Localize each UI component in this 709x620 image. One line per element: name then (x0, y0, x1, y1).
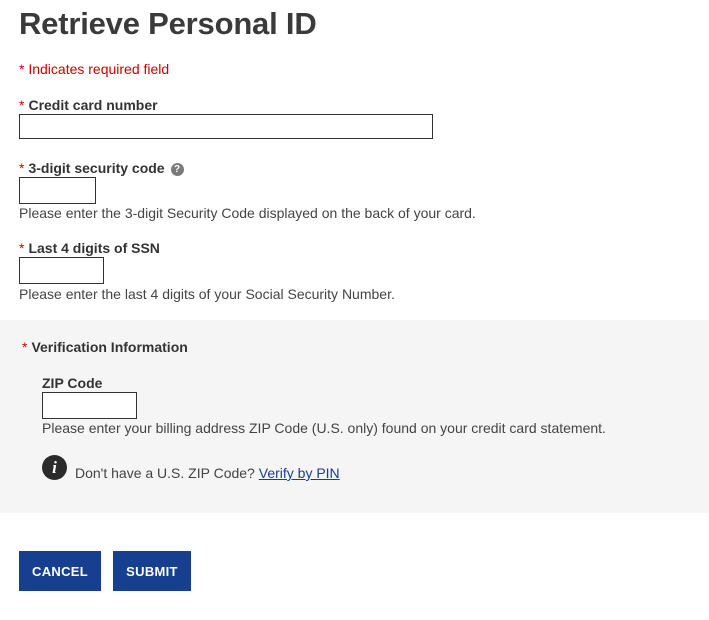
security-code-help: Please enter the 3-digit Security Code d… (19, 205, 476, 221)
zip-label: ZIP Code (42, 375, 103, 391)
ssn-label: * Last 4 digits of SSN (19, 240, 160, 256)
pin-prompt-text: Don't have a U.S. ZIP Code? (75, 465, 255, 481)
cancel-button[interactable]: CANCEL (19, 551, 101, 591)
security-code-input[interactable] (19, 177, 96, 204)
verification-title-text: Verification Information (31, 339, 188, 355)
ssn-help: Please enter the last 4 digits of your S… (19, 286, 395, 302)
required-star: * (19, 97, 25, 113)
required-star: * (22, 339, 28, 355)
pin-prompt: Don't have a U.S. ZIP Code? Verify by PI… (75, 465, 340, 481)
ssn-label-text: Last 4 digits of SSN (28, 240, 160, 256)
submit-button[interactable]: SUBMIT (113, 551, 191, 591)
required-field-note: * Indicates required field (19, 61, 170, 77)
required-star: * (19, 240, 25, 256)
zip-help: Please enter your billing address ZIP Co… (42, 420, 606, 436)
credit-card-label-text: Credit card number (28, 97, 158, 113)
page-title: Retrieve Personal ID (19, 6, 317, 41)
ssn-input[interactable] (19, 257, 104, 284)
credit-card-input[interactable] (19, 114, 433, 139)
zip-input[interactable] (42, 392, 137, 419)
verify-by-pin-link[interactable]: Verify by PIN (259, 465, 340, 481)
security-code-label: * 3-digit security code ? (19, 160, 184, 176)
verification-title: * Verification Information (22, 339, 188, 355)
help-icon[interactable]: ? (170, 163, 184, 176)
credit-card-label: * Credit card number (19, 97, 158, 113)
required-star: * (19, 160, 25, 176)
info-icon: i (42, 455, 67, 480)
security-code-label-text: 3-digit security code (28, 160, 165, 176)
